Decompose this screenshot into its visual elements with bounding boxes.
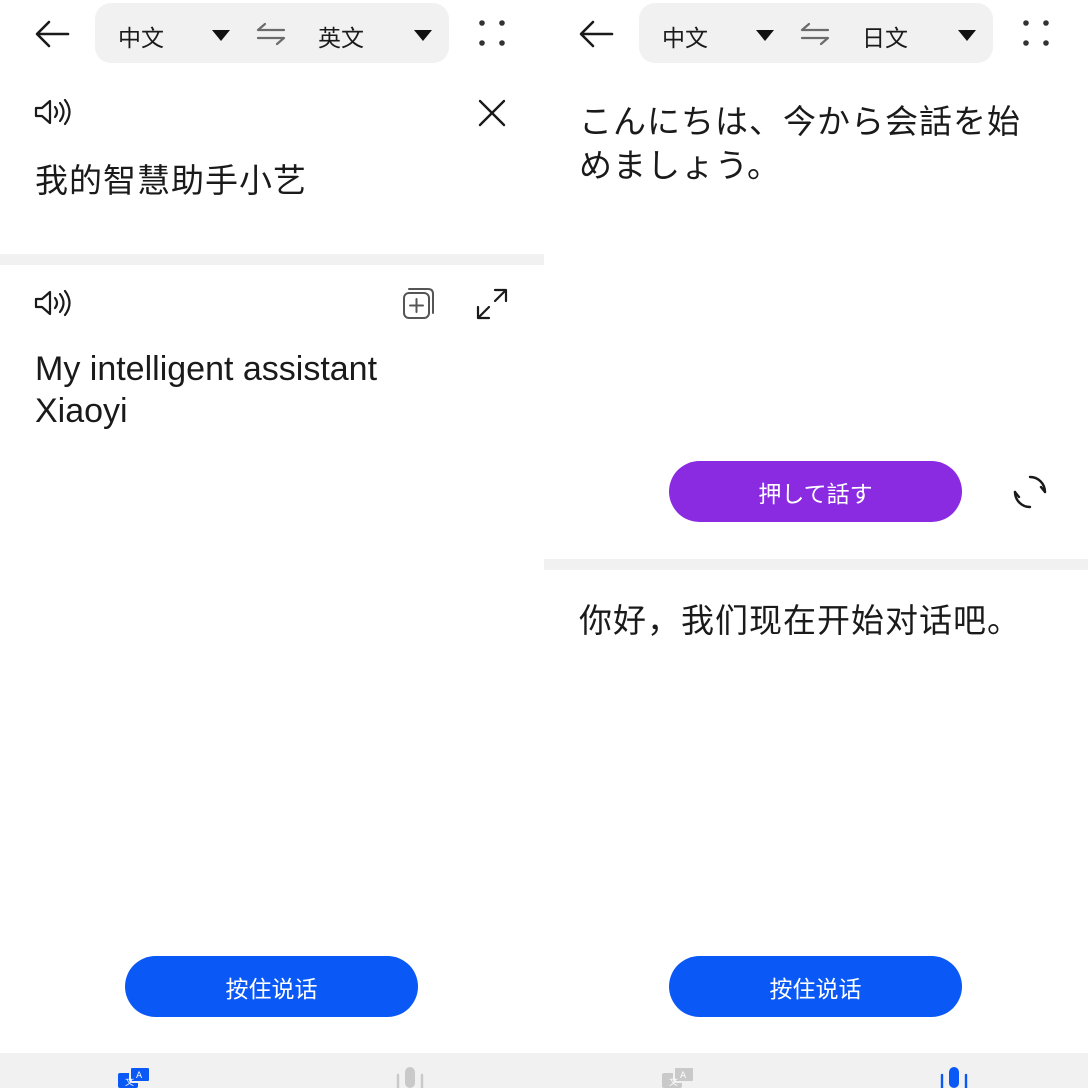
svg-text:A: A <box>136 1071 143 1081</box>
more-options-button[interactable] <box>470 12 514 56</box>
section-divider <box>544 559 1088 570</box>
more-grid-icon <box>479 20 505 46</box>
refresh-icon <box>1013 475 1047 509</box>
more-options-button[interactable] <box>1014 12 1058 56</box>
translation-speaker-button[interactable] <box>33 288 73 318</box>
refresh-button[interactable] <box>1010 472 1050 512</box>
fullscreen-button[interactable] <box>472 284 512 324</box>
conversation-screen: 中文 日文 こんにちは、今から会話を始 めましょう。 押して話す 你好，我们现在… <box>544 0 1088 1088</box>
source-language-label: 中文 <box>118 26 164 52</box>
japanese-line: めましょう。 <box>579 146 782 185</box>
bottom-tab-bar: 文A <box>0 1053 544 1088</box>
add-to-collection-icon <box>403 288 434 319</box>
source-speaker-button[interactable] <box>33 97 73 127</box>
swap-icon <box>800 22 830 46</box>
section-divider <box>0 254 544 265</box>
swap-languages-button[interactable] <box>799 21 831 47</box>
language-selector: 中文 英文 <box>95 3 449 63</box>
top-bar: 中文 日文 <box>544 0 1088 66</box>
text-translation-screen: 中文 英文 我的智慧助手小艺 My intelligent assistant … <box>0 0 544 1088</box>
back-button[interactable] <box>28 12 76 56</box>
svg-text:A: A <box>680 1071 687 1081</box>
source-text[interactable]: 我的智慧助手小艺 <box>35 154 307 202</box>
source-language-dropdown[interactable]: 中文 <box>639 3 789 63</box>
translate-tab[interactable]: 文A <box>116 1066 152 1088</box>
expand-icon <box>476 288 508 320</box>
speaker-icon <box>34 289 71 317</box>
dropdown-triangle-icon <box>212 30 230 41</box>
japanese-line: こんにちは、今から会話を始 <box>579 102 1021 141</box>
back-arrow-icon <box>35 20 70 48</box>
back-button[interactable] <box>572 12 620 56</box>
target-language-label: 日文 <box>862 26 908 52</box>
back-arrow-icon <box>579 20 614 48</box>
translate-tab[interactable]: 文A <box>660 1066 696 1088</box>
more-grid-icon <box>1023 20 1049 46</box>
language-selector: 中文 日文 <box>639 3 993 63</box>
hold-to-talk-button[interactable]: 按住说话 <box>125 956 418 1017</box>
chinese-conversation-text: 你好，我们现在开始对话吧。 <box>579 601 1021 640</box>
target-language-dropdown[interactable]: 日文 <box>839 3 993 63</box>
svg-text:文: 文 <box>125 1076 134 1088</box>
dropdown-triangle-icon <box>958 30 976 41</box>
source-language-label: 中文 <box>662 26 708 52</box>
swap-icon <box>256 22 286 46</box>
dropdown-triangle-icon <box>756 30 774 41</box>
voice-tab-icon <box>396 1067 424 1088</box>
target-language-label: 英文 <box>318 26 364 52</box>
voice-tab[interactable] <box>392 1067 428 1088</box>
source-language-dropdown[interactable]: 中文 <box>95 3 245 63</box>
add-to-collection-button[interactable] <box>398 284 438 324</box>
target-language-dropdown[interactable]: 英文 <box>295 3 449 63</box>
hold-to-talk-button[interactable]: 按住说话 <box>669 956 962 1017</box>
top-bar: 中文 英文 <box>0 0 544 66</box>
translation-text[interactable]: My intelligent assistant Xiaoyi <box>35 348 455 432</box>
translate-tab-icon: 文A <box>118 1066 151 1088</box>
clear-button[interactable] <box>472 93 512 133</box>
svg-text:文: 文 <box>669 1076 678 1088</box>
japanese-conversation-text: こんにちは、今から会話を始 めましょう。 <box>579 100 1069 188</box>
bottom-tab-bar: 文A <box>544 1053 1088 1088</box>
hold-to-talk-japanese-button[interactable]: 押して話す <box>669 461 962 522</box>
translation-line: My intelligent assistant <box>35 350 378 388</box>
close-icon <box>478 99 506 127</box>
voice-tab[interactable] <box>936 1067 972 1088</box>
translate-tab-icon: 文A <box>662 1066 695 1088</box>
translation-line: Xiaoyi <box>35 392 128 430</box>
dropdown-triangle-icon <box>414 30 432 41</box>
swap-languages-button[interactable] <box>255 21 287 47</box>
speaker-icon <box>34 98 71 126</box>
voice-tab-icon <box>940 1067 968 1088</box>
